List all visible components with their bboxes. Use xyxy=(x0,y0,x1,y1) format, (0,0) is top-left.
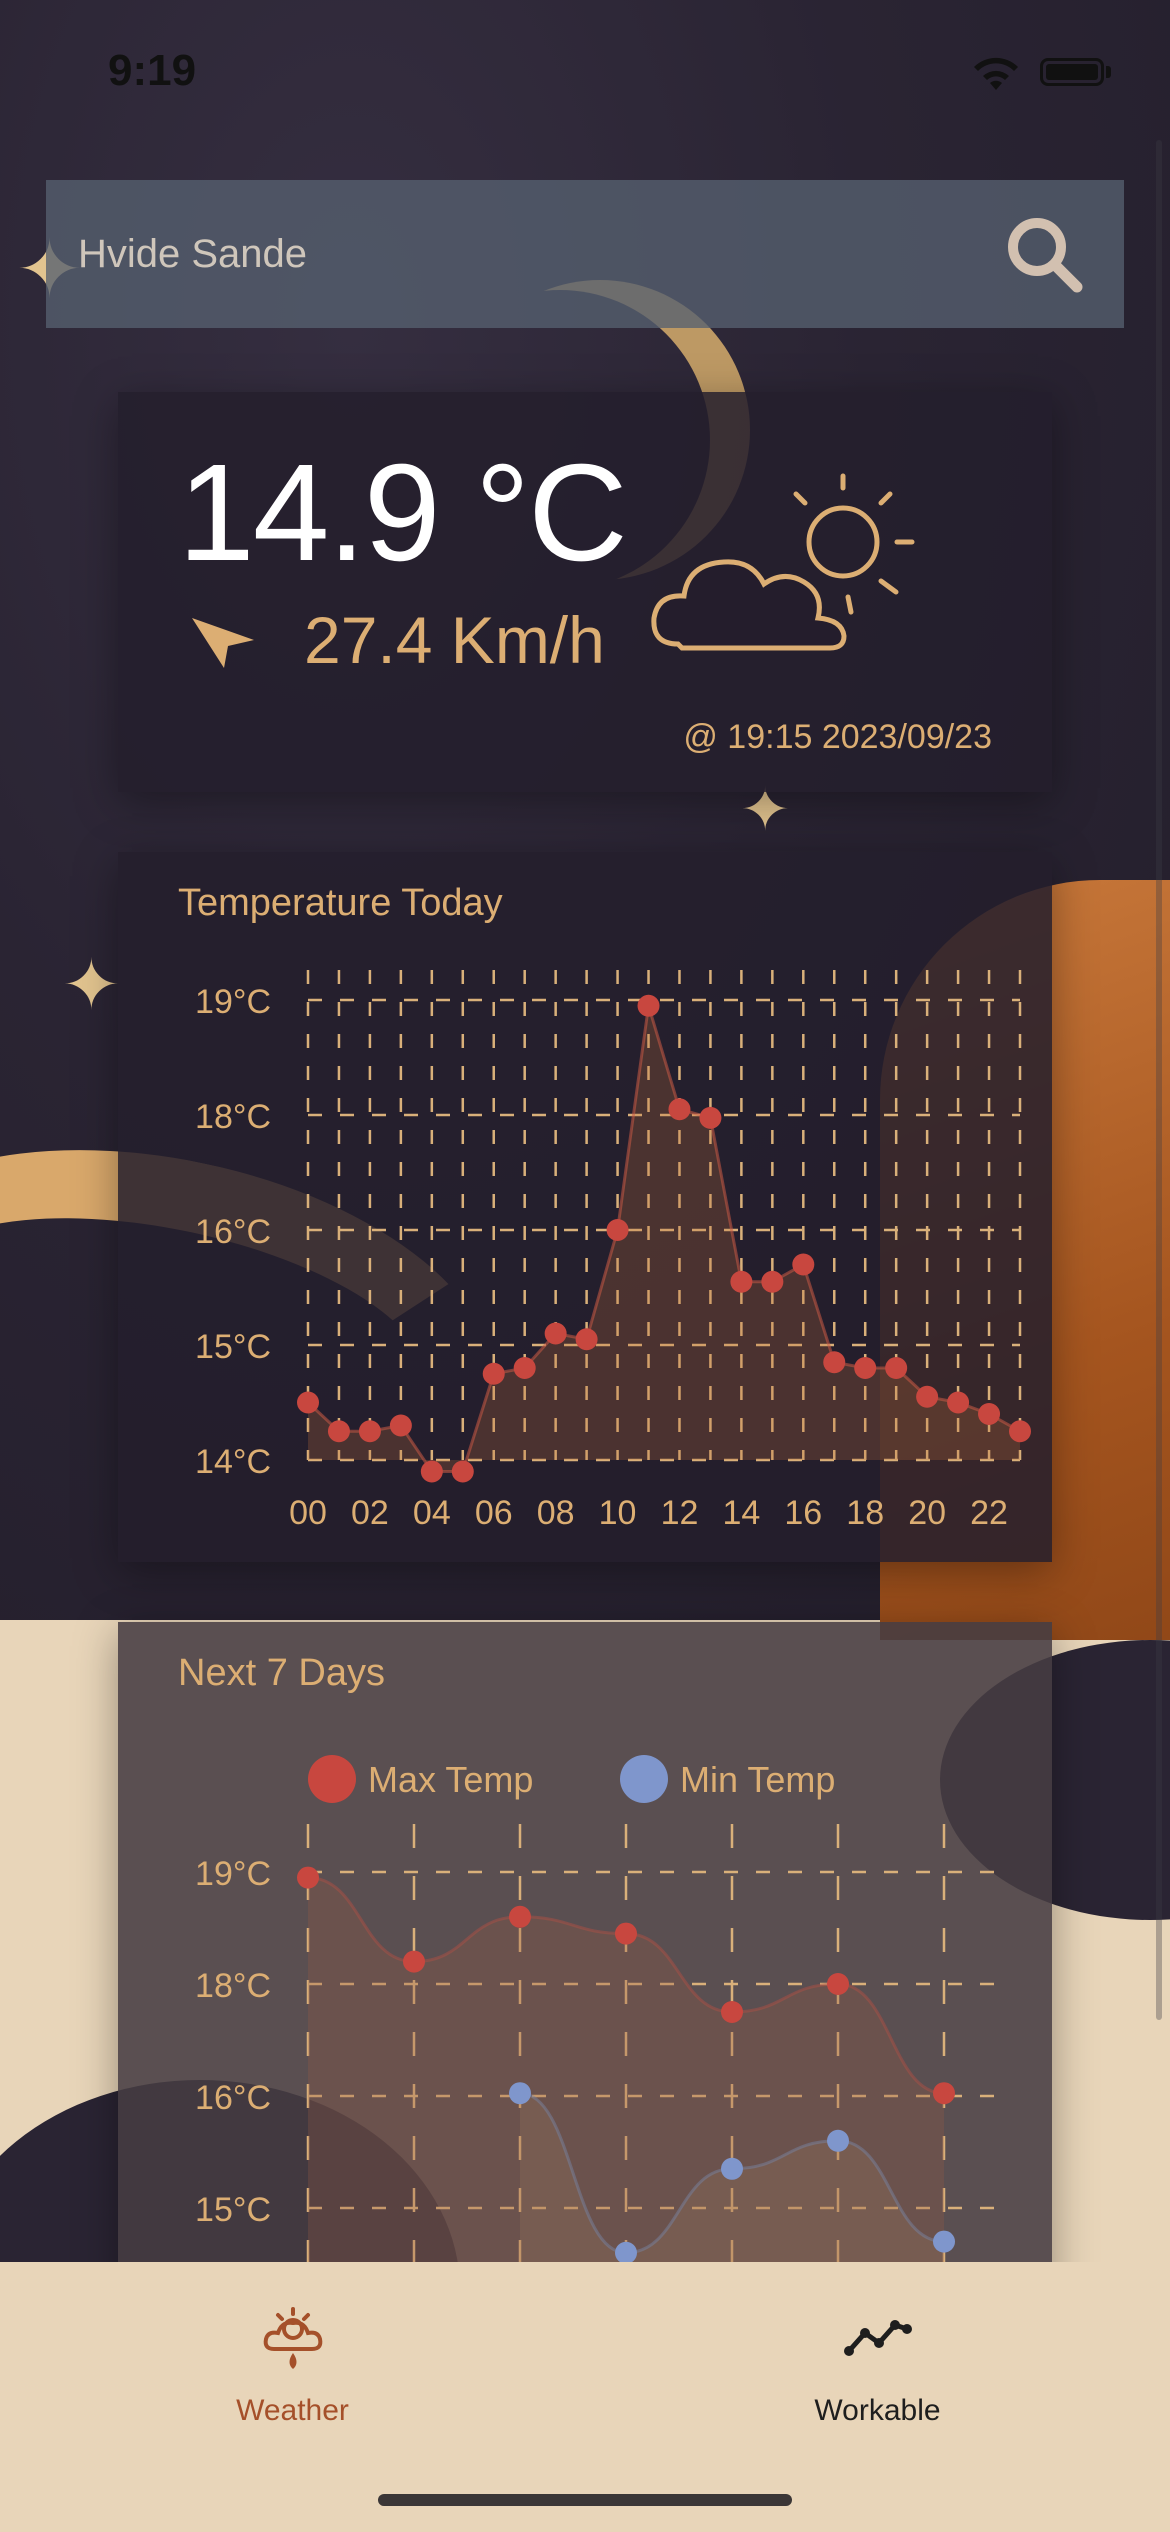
temperature-today-chart: 14°C 15°C 16°C 18°C 19°C 00 02 04 06 08 10 12 14 16 18… xyxy=(195,970,1031,1532)
data-point xyxy=(637,994,660,1017)
data-point xyxy=(721,2001,743,2023)
y-tick-label: 19°C xyxy=(195,1855,271,1893)
x-tick-label: 16 xyxy=(784,1494,822,1532)
current-weather-card: 14.9 °C 27.4 Km/h @ 19:15 2023/09/23 xyxy=(118,392,1052,792)
star-sparkle-icon: ✦ xyxy=(62,946,121,1024)
tab-workable[interactable]: Workable xyxy=(585,2262,1170,2462)
y-tick-label: 15°C xyxy=(195,2191,271,2229)
data-point xyxy=(327,1420,350,1443)
x-tick-label: 18 xyxy=(846,1494,884,1532)
data-point xyxy=(513,1357,536,1379)
tab-workable-label: Workable xyxy=(814,2394,941,2427)
data-point xyxy=(297,1391,319,1414)
chart-line-icon xyxy=(843,2320,912,2356)
legend-label: Min Temp xyxy=(680,1759,835,1800)
data-point xyxy=(403,1950,425,1973)
data-point xyxy=(916,1385,939,1408)
x-tick-label: 00 xyxy=(289,1494,327,1532)
status-bar: 9:19 xyxy=(0,0,1170,140)
data-point xyxy=(933,2082,955,2105)
wind-direction-arrow-icon xyxy=(192,618,254,668)
data-point xyxy=(509,1905,531,1928)
data-point xyxy=(615,1922,637,1945)
x-tick-label: 04 xyxy=(413,1494,451,1532)
data-point xyxy=(978,1403,1001,1425)
data-point xyxy=(827,1973,849,1995)
x-tick-label: 06 xyxy=(475,1494,513,1532)
data-point xyxy=(575,1328,598,1351)
x-tick-label: 08 xyxy=(537,1494,575,1532)
temperature-today-card: Temperature Today 14°C 15°C 16°C 18°C 19°C 00… xyxy=(118,852,1052,1562)
data-point xyxy=(668,1098,691,1121)
battery-tip xyxy=(1106,66,1111,78)
data-point xyxy=(389,1414,412,1437)
data-point xyxy=(933,2230,955,2253)
x-tick-label: 14 xyxy=(722,1494,760,1532)
y-tick-label: 15°C xyxy=(195,1328,271,1366)
x-tick-label: 20 xyxy=(908,1494,946,1532)
search-bar xyxy=(46,180,1124,328)
partly-cloudy-icon xyxy=(651,473,915,651)
tab-weather-label: Weather xyxy=(236,2394,349,2427)
data-point xyxy=(885,1357,908,1379)
home-indicator xyxy=(378,2494,792,2506)
data-point xyxy=(947,1391,970,1414)
status-time: 9:19 xyxy=(108,46,197,95)
tab-bar: Weather Workable xyxy=(0,2262,1170,2532)
data-point xyxy=(482,1362,505,1385)
search-icon xyxy=(1008,218,1083,293)
data-point xyxy=(297,1866,319,1889)
wind-row: 27.4 Km/h xyxy=(188,602,605,678)
data-point xyxy=(761,1270,784,1293)
data-point xyxy=(615,2241,637,2264)
data-point xyxy=(1009,1420,1031,1443)
search-button[interactable] xyxy=(994,204,1094,304)
y-tick-label: 16°C xyxy=(195,1213,271,1251)
data-point xyxy=(854,1357,877,1379)
x-tick-label: 22 xyxy=(970,1494,1008,1532)
legend-label: Max Temp xyxy=(368,1759,533,1800)
x-tick-label: 10 xyxy=(599,1494,637,1532)
weather-icon xyxy=(263,2307,322,2369)
battery-icon xyxy=(1040,58,1104,86)
y-tick-label: 18°C xyxy=(195,1098,271,1136)
y-tick-label: 14°C xyxy=(195,1443,271,1481)
data-point xyxy=(544,1322,567,1345)
x-tick-label: 12 xyxy=(661,1494,699,1532)
series-area xyxy=(308,1005,1020,1472)
wifi-icon xyxy=(974,57,1018,90)
scrollbar[interactable] xyxy=(1156,140,1162,2020)
data-point xyxy=(730,1270,753,1293)
data-point xyxy=(823,1351,846,1374)
data-point xyxy=(699,1106,722,1129)
data-point xyxy=(451,1460,474,1483)
legend-swatch xyxy=(308,1755,356,1803)
tab-weather[interactable]: Weather xyxy=(0,2262,585,2462)
data-point xyxy=(827,2129,849,2152)
data-point xyxy=(509,2082,531,2105)
data-point xyxy=(606,1219,629,1241)
y-tick-label: 19°C xyxy=(195,983,271,1021)
data-point xyxy=(792,1253,815,1276)
legend-swatch xyxy=(620,1755,668,1803)
updated-timestamp: @ 19:15 2023/09/23 xyxy=(683,718,992,756)
y-tick-label: 16°C xyxy=(195,2079,271,2117)
x-tick-label: 02 xyxy=(351,1494,389,1532)
data-point xyxy=(358,1420,381,1443)
search-input[interactable] xyxy=(76,230,994,278)
data-point xyxy=(721,2157,743,2180)
data-point xyxy=(420,1460,443,1483)
y-tick-label: 18°C xyxy=(195,1967,271,2005)
current-temperature: 14.9 °C xyxy=(178,436,628,590)
wind-speed: 27.4 Km/h xyxy=(304,603,605,677)
